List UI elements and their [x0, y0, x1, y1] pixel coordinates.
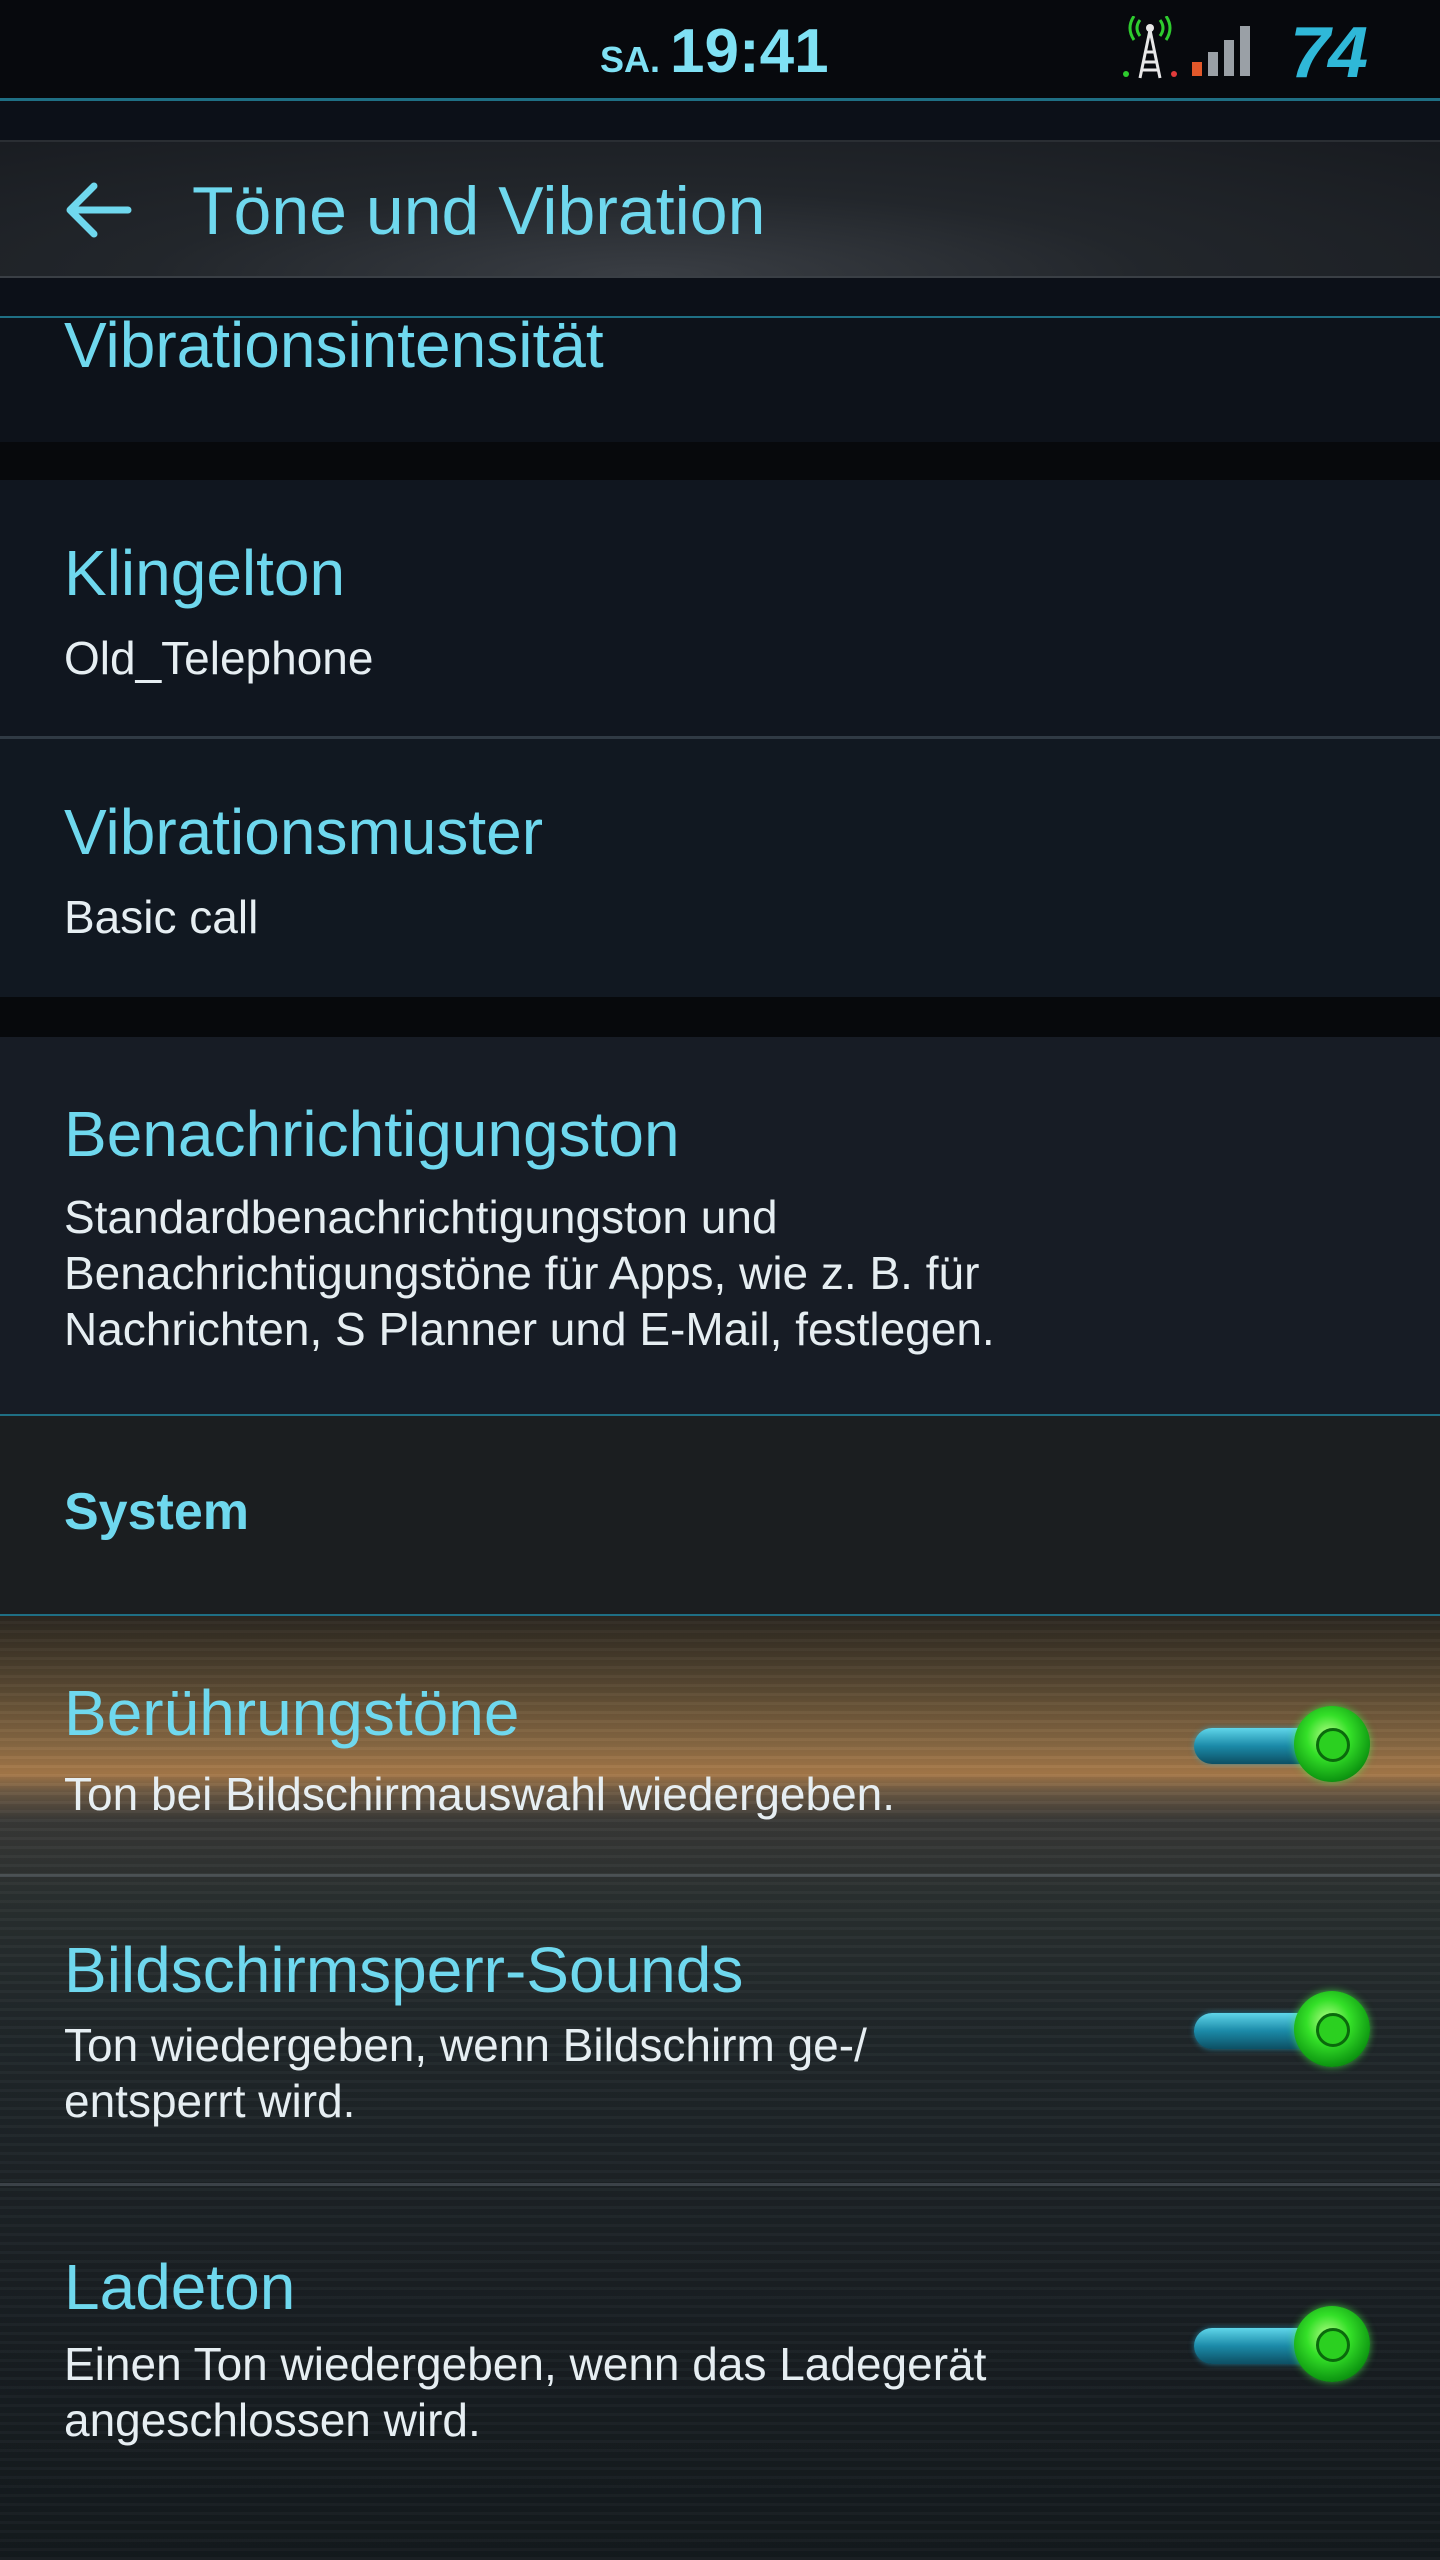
- battery-level: 74: [1290, 13, 1368, 93]
- list-item-notification-sound[interactable]: Benachrichtigungston Standardbenachricht…: [0, 1037, 1440, 1414]
- toggle-knob: [1294, 1706, 1370, 1782]
- item-value: Basic call: [64, 891, 259, 943]
- status-time: 19:41: [670, 17, 829, 86]
- item-title: Benachrichtigungston: [64, 1098, 680, 1170]
- description-line: angeschlossen wird.: [64, 2394, 481, 2446]
- list-item-vibration-intensity[interactable]: Vibrationsintensität: [0, 309, 1440, 442]
- item-description: Einen Ton wiedergeben, wenn das Ladegerä…: [64, 2336, 1164, 2448]
- group-gap: [0, 997, 1440, 1037]
- description-line: Benachrichtigungstöne für Apps, wie z. B…: [64, 1247, 980, 1299]
- app-bar: Töne und Vibration: [0, 140, 1440, 278]
- list-item-touch-sounds[interactable]: Berührungstöne Ton bei Bildschirmauswahl…: [0, 1614, 1440, 1874]
- list-item-ringtone[interactable]: Klingelton Old_Telephone: [0, 480, 1440, 736]
- description-line: Nachrichten, S Planner und E-Mail, festl…: [64, 1303, 995, 1355]
- page-title: Töne und Vibration: [192, 173, 766, 249]
- list-item-screen-lock-sounds[interactable]: Bildschirmsperr-Sounds Ton wiedergeben, …: [0, 1877, 1440, 2183]
- touch-sounds-toggle[interactable]: [1190, 1702, 1370, 1786]
- description-line: entsperrt wird.: [64, 2075, 356, 2127]
- status-bar: SA. 19:41 74: [0, 0, 1440, 101]
- signal-strength-icon: [1192, 26, 1250, 76]
- section-title: System: [64, 1483, 249, 1541]
- toggle-knob: [1294, 1991, 1370, 2067]
- list-item-vibration-pattern[interactable]: Vibrationsmuster Basic call: [0, 739, 1440, 997]
- item-description: Ton wiedergeben, wenn Bildschirm ge-/ en…: [64, 2017, 1164, 2129]
- item-description: Standardbenachrichtigungston und Benachr…: [64, 1189, 1164, 1357]
- screen-lock-sounds-toggle[interactable]: [1190, 1987, 1370, 2071]
- description-line: Einen Ton wiedergeben, wenn das Ladegerä…: [64, 2338, 987, 2390]
- item-title: Vibrationsintensität: [64, 309, 604, 381]
- charging-sound-toggle[interactable]: [1190, 2302, 1370, 2386]
- description-line: Ton bei Bildschirmauswahl wiedergeben.: [64, 1768, 896, 1820]
- item-title: Klingelton: [64, 537, 346, 609]
- status-day: SA.: [600, 39, 661, 80]
- item-title: Ladeton: [64, 2251, 296, 2323]
- list-item-charging-sound[interactable]: Ladeton Einen Ton wiedergeben, wenn das …: [0, 2186, 1440, 2486]
- section-header-system: System: [0, 1414, 1440, 1616]
- description-line: Ton wiedergeben, wenn Bildschirm ge-/: [64, 2019, 867, 2071]
- item-title: Vibrationsmuster: [64, 796, 544, 868]
- toggle-knob: [1294, 2306, 1370, 2382]
- item-description: Ton bei Bildschirmauswahl wiedergeben.: [64, 1766, 1164, 1822]
- item-title: Bildschirmsperr-Sounds: [64, 1934, 744, 2006]
- group-gap: [0, 442, 1440, 480]
- back-arrow-icon[interactable]: [62, 180, 132, 240]
- description-line: Standardbenachrichtigungston und: [64, 1191, 778, 1243]
- cell-tower-icon: [1123, 16, 1177, 79]
- item-title: Berührungstöne: [64, 1677, 520, 1749]
- item-value: Old_Telephone: [64, 632, 374, 684]
- status-clock: SA. 19:41: [600, 16, 829, 86]
